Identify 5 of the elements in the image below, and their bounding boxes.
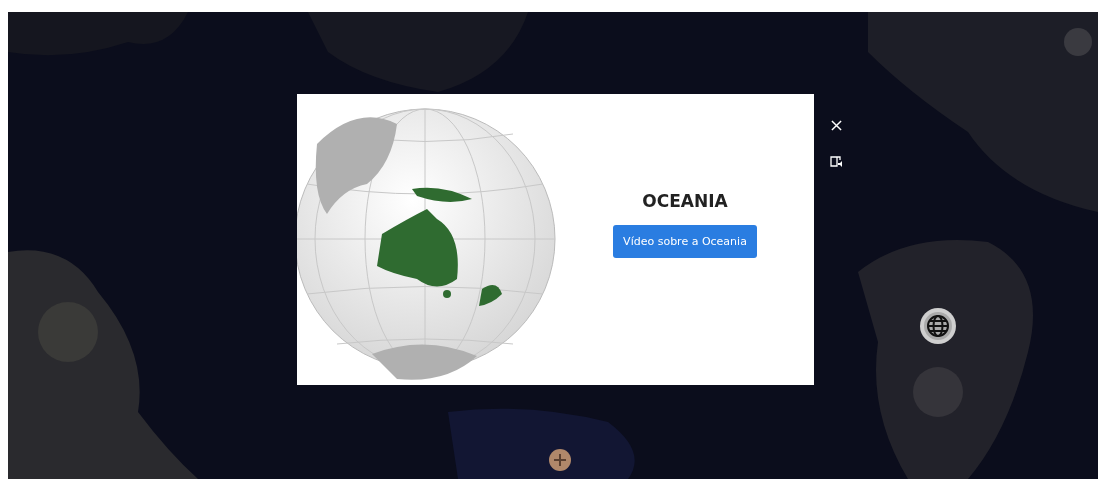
video-button[interactable]: Vídeo sobre a Oceania [613,225,757,258]
modal-title: OCEANIA [642,191,728,211]
plus-icon[interactable] [548,448,572,472]
close-icon[interactable] [831,120,842,131]
globe-icon[interactable] [918,306,958,346]
